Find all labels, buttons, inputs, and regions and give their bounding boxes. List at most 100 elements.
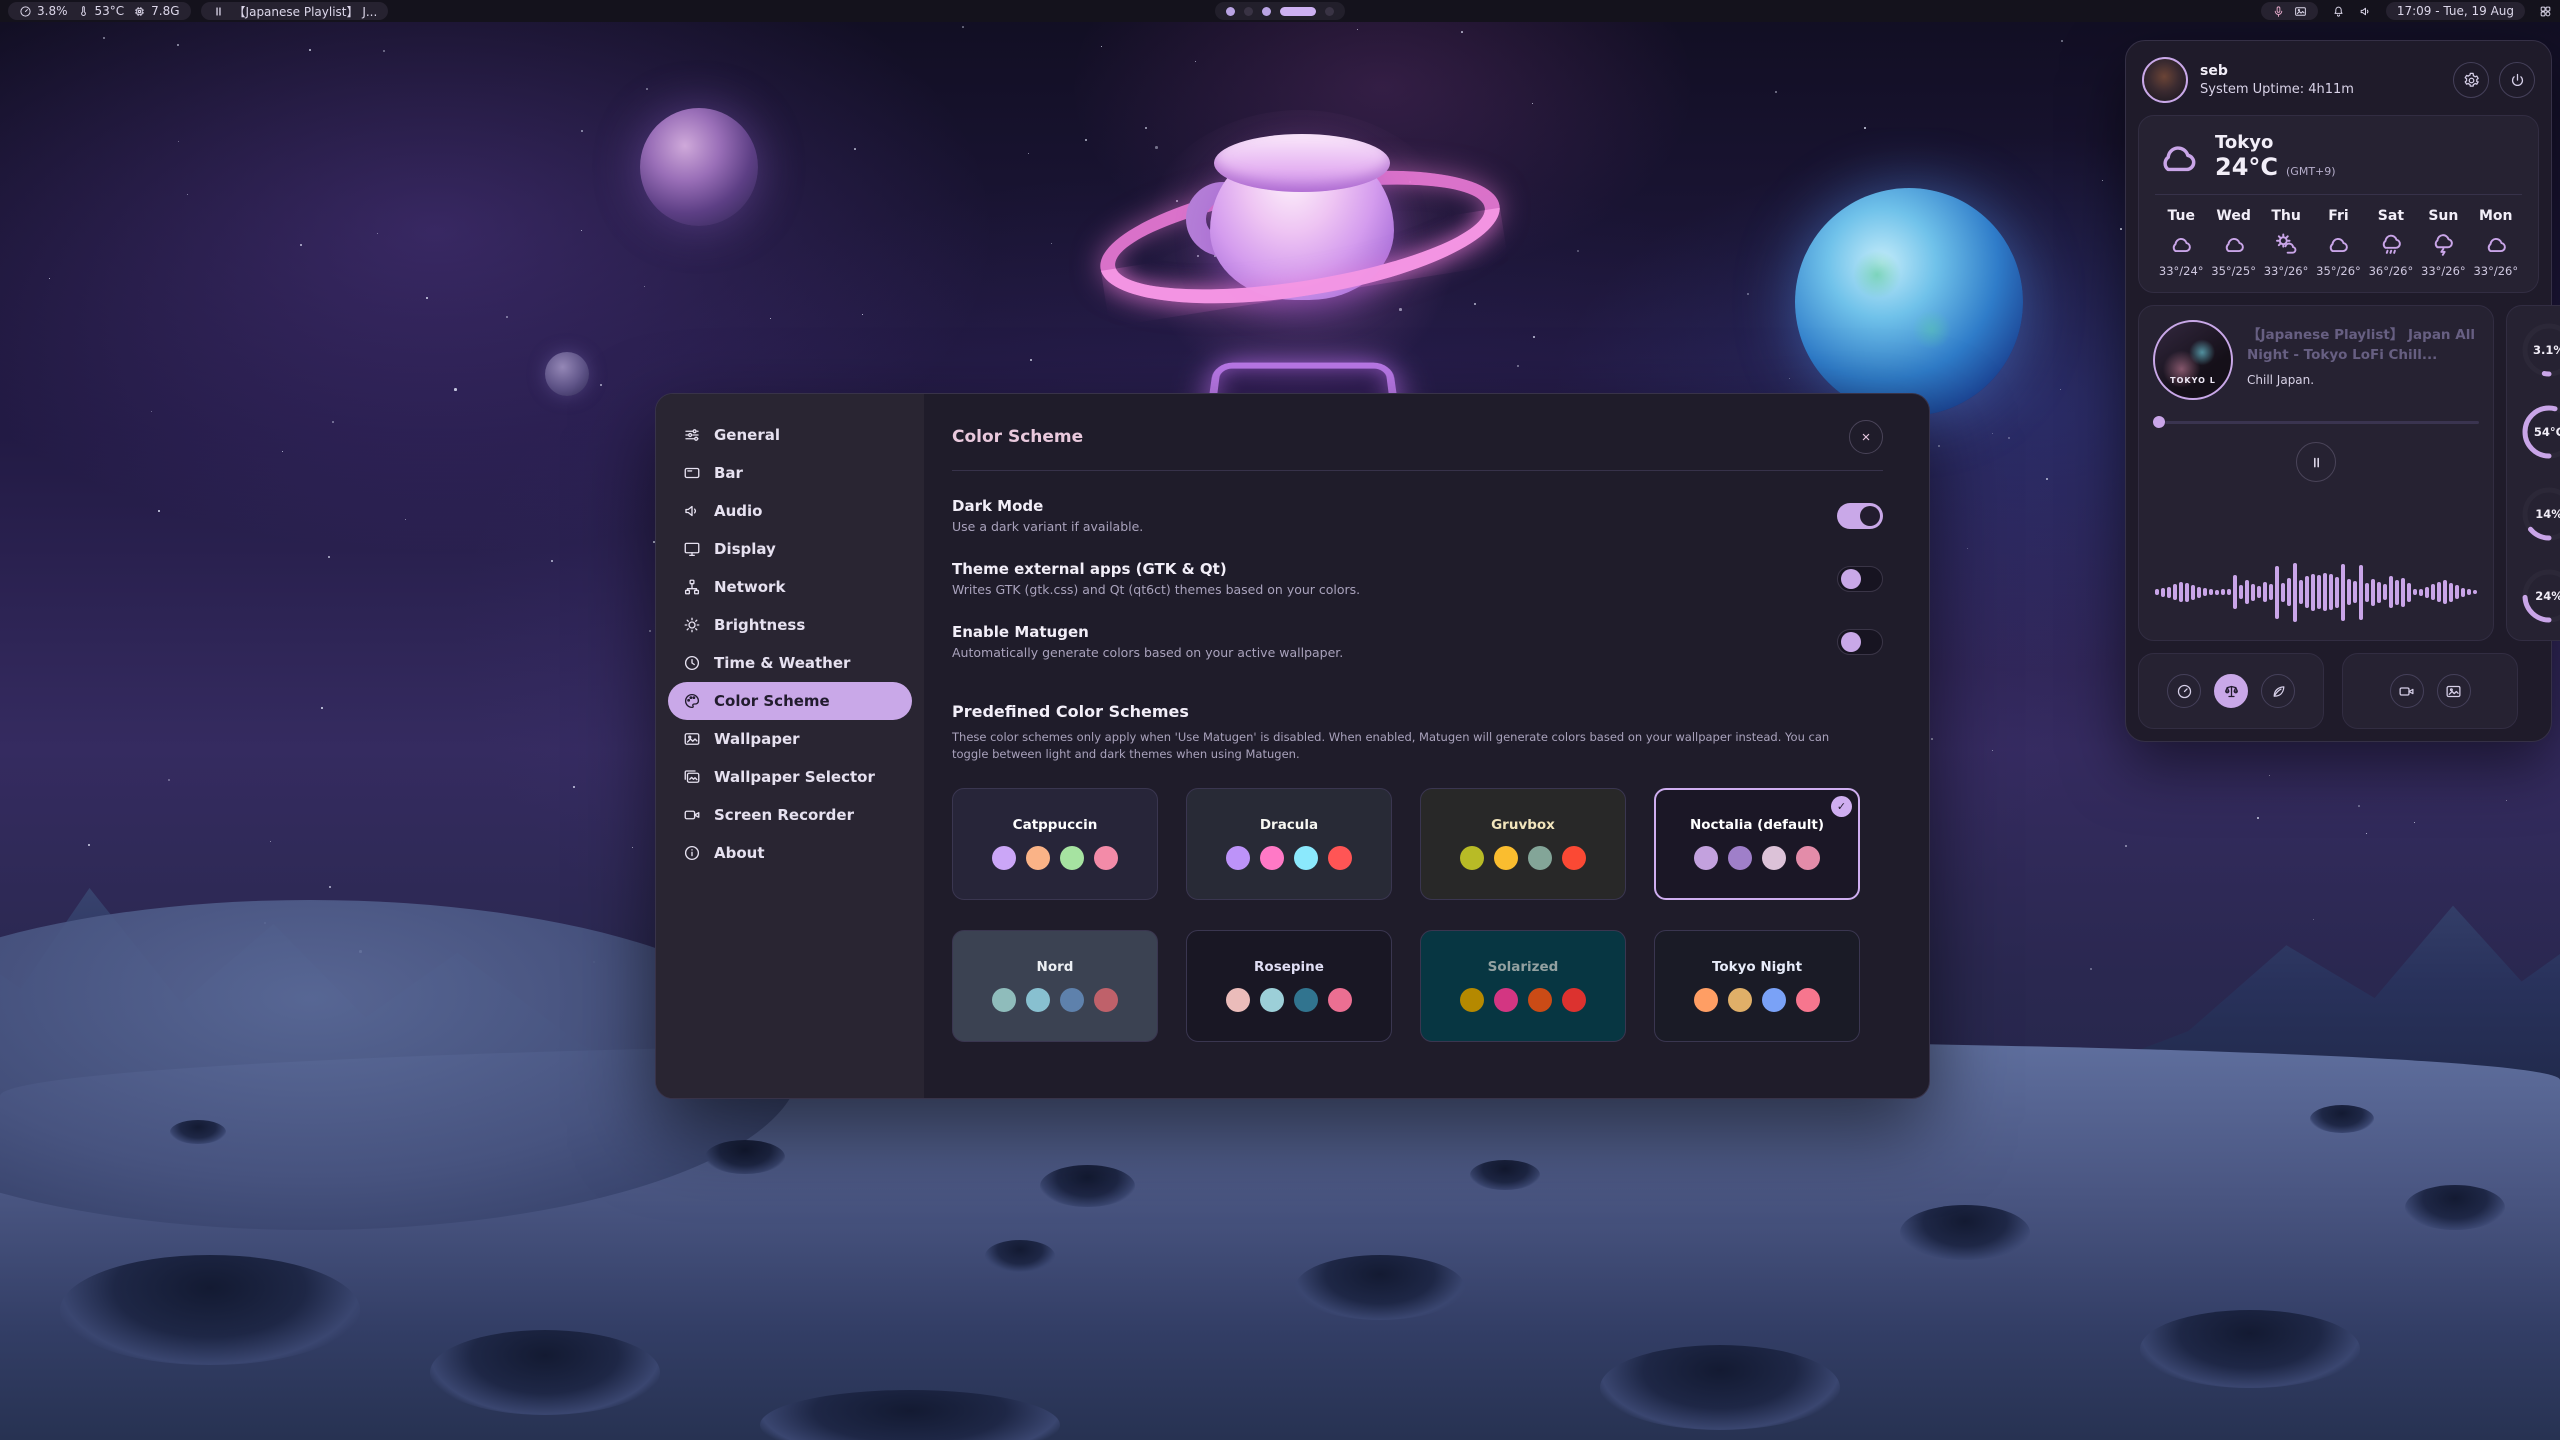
top-bar: 3.8% 53°C 7.8G 【Japanese Playlist】 J... … [0, 0, 2560, 22]
setting-row: Theme external apps (GTK & Qt)Writes GTK… [952, 560, 1883, 597]
sidebar-item-wallpaper[interactable]: Wallpaper [668, 720, 912, 758]
sidebar-item-general[interactable]: General [668, 416, 912, 454]
setting-title: Enable Matugen [952, 623, 1343, 641]
sidebar-item-audio[interactable]: Audio [668, 492, 912, 530]
color-dot [1460, 846, 1484, 870]
color-dot [1728, 988, 1752, 1012]
color-dot [1226, 988, 1250, 1012]
toggle-enable-matugen[interactable] [1837, 629, 1883, 655]
sidebar-item-label: Screen Recorder [714, 806, 854, 824]
media-widget[interactable]: 【Japanese Playlist】 J... [201, 2, 389, 20]
forecast-temps: 33°/26° [2421, 264, 2466, 278]
sidebar-item-wallpaper-selector[interactable]: Wallpaper Selector [668, 758, 912, 796]
sidebar-item-label: About [714, 844, 765, 862]
toggle-dark-mode[interactable] [1837, 503, 1883, 529]
sidebar-item-about[interactable]: About [668, 834, 912, 872]
section-description: These color schemes only apply when 'Use… [952, 729, 1852, 764]
scheme-card-dracula[interactable]: Dracula [1186, 788, 1392, 900]
storm-icon [2430, 231, 2456, 257]
image-icon [683, 730, 701, 748]
weather-card: Tokyo 24°C (GMT+9) Tue33°/24°Wed35°/25°T… [2138, 115, 2539, 293]
profile-scales-button[interactable] [2214, 674, 2248, 708]
info-icon [683, 844, 701, 862]
setting-title: Dark Mode [952, 497, 1143, 515]
avatar [2142, 57, 2188, 103]
scheme-card-solarized[interactable]: Solarized [1420, 930, 1626, 1042]
scheme-card-gruvbox[interactable]: Gruvbox [1420, 788, 1626, 900]
app-grid-icon[interactable] [2539, 5, 2552, 18]
color-dot [1328, 846, 1352, 870]
scheme-name: Nord [1037, 959, 1074, 975]
scheme-grid: CatppuccinDraculaGruvbox ✓ Noctalia (defau… [952, 788, 1883, 1042]
clock-widget[interactable]: 17:09 - Tue, 19 Aug [2386, 2, 2525, 20]
color-dot [1494, 846, 1518, 870]
scheme-card-tokyo-night[interactable]: Tokyo Night [1654, 930, 1860, 1042]
system-stats-widget[interactable]: 3.8% 53°C 7.8G [8, 2, 191, 20]
color-dot [1728, 846, 1752, 870]
sidebar-item-label: Bar [714, 464, 743, 482]
microphone-icon[interactable] [2272, 5, 2285, 18]
scheme-card-catppuccin[interactable]: Catppuccin [952, 788, 1158, 900]
forecast-day: Fri35°/26° [2312, 208, 2364, 278]
color-dot [1762, 846, 1786, 870]
image-icon[interactable] [2294, 5, 2307, 18]
workspace-3[interactable] [1262, 7, 1271, 16]
workspace-1[interactable] [1226, 7, 1235, 16]
sidebar-item-time-weather[interactable]: Time & Weather [668, 644, 912, 682]
color-dot [1528, 846, 1552, 870]
color-dot [1226, 846, 1250, 870]
settings-button[interactable] [2453, 62, 2489, 98]
settings-window: GeneralBarAudioDisplayNetworkBrightnessT… [655, 393, 1930, 1099]
memory-usage: 7.8G [151, 4, 179, 18]
scheme-name: Solarized [1488, 959, 1559, 975]
scheme-card-rosepine[interactable]: Rosepine [1186, 930, 1392, 1042]
sidebar-item-network[interactable]: Network [668, 568, 912, 606]
scheme-card-noctalia-default[interactable]: ✓ Noctalia (default) [1654, 788, 1860, 900]
image-button[interactable] [2437, 674, 2471, 708]
sidebar-item-bar[interactable]: Bar [668, 454, 912, 492]
pause-button[interactable] [2296, 442, 2336, 482]
color-dot [1060, 988, 1084, 1012]
video-button[interactable] [2390, 674, 2424, 708]
pause-icon [2309, 455, 2324, 470]
earth-planet [1795, 188, 2023, 416]
media-progress-slider[interactable] [2153, 416, 2479, 428]
system-gauges: 3.1%54°C14%24% [2506, 305, 2560, 641]
weather-city: Tokyo [2215, 132, 2336, 153]
video-icon [683, 806, 701, 824]
media-subtitle: Chill Japan. [2247, 373, 2479, 387]
section-title: Predefined Color Schemes [952, 702, 1883, 721]
color-dot [992, 846, 1016, 870]
sidebar-item-brightness[interactable]: Brightness [668, 606, 912, 644]
slider-track[interactable] [2165, 421, 2479, 424]
sidebar-item-display[interactable]: Display [668, 530, 912, 568]
setting-row: Dark ModeUse a dark variant if available… [952, 497, 1883, 534]
close-button[interactable]: × [1849, 420, 1883, 454]
tray-widget[interactable] [2261, 2, 2318, 20]
sidebar-item-label: Network [714, 578, 785, 596]
workspace-5[interactable] [1325, 7, 1334, 16]
color-dot [1796, 846, 1820, 870]
slider-knob[interactable] [2153, 416, 2165, 428]
pause-icon [212, 5, 225, 18]
color-dot [1060, 846, 1084, 870]
speaker-icon[interactable] [2359, 5, 2372, 18]
user-row: seb System Uptime: 4h11m [2138, 53, 2539, 103]
toggle-theme-external-apps-gtk-qt[interactable] [1837, 566, 1883, 592]
forecast-temps: 33°/26° [2473, 264, 2518, 278]
profile-leaf-button[interactable] [2261, 674, 2295, 708]
cpu-usage: 3.8% [37, 4, 68, 18]
sidebar-item-screen-recorder[interactable]: Screen Recorder [668, 796, 912, 834]
forecast-temps: 35°/25° [2211, 264, 2256, 278]
scheme-card-nord[interactable]: Nord [952, 930, 1158, 1042]
selected-check-icon: ✓ [1831, 796, 1852, 817]
workspace-4[interactable] [1280, 7, 1316, 16]
sidebar-item-color-scheme[interactable]: Color Scheme [668, 682, 912, 720]
scheme-name: Noctalia (default) [1690, 817, 1824, 833]
bell-icon[interactable] [2332, 5, 2345, 18]
power-button[interactable] [2499, 62, 2535, 98]
profile-gauge-button[interactable] [2167, 674, 2201, 708]
workspace-2[interactable] [1244, 7, 1253, 16]
sidebar-item-label: Wallpaper Selector [714, 768, 875, 786]
forecast-temps: 33°/24° [2159, 264, 2204, 278]
